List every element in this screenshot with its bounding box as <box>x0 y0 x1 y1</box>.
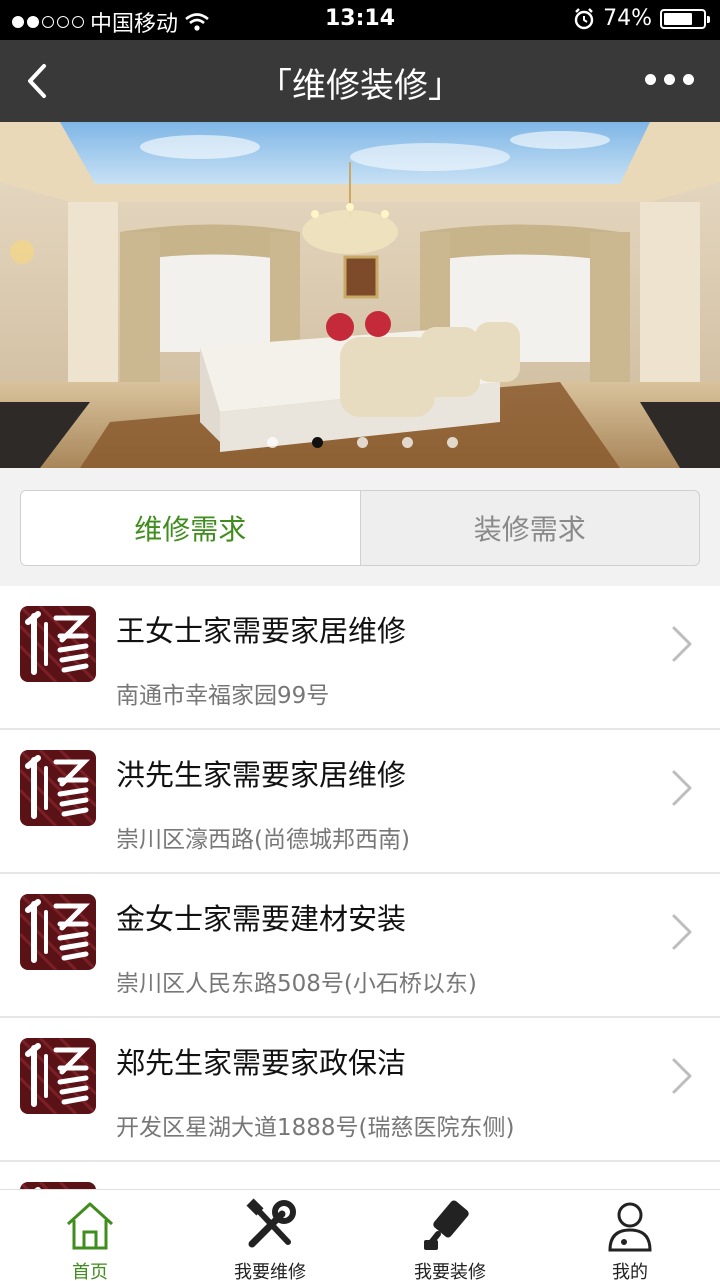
carousel-dot[interactable] <box>311 437 323 448</box>
carousel-dots <box>0 437 720 448</box>
alarm-icon <box>574 7 594 29</box>
carousel-dot[interactable] <box>446 437 458 448</box>
carousel-dot[interactable] <box>356 437 368 448</box>
repair-logo-icon <box>20 894 96 970</box>
repair-logo-icon <box>20 750 96 826</box>
list-item[interactable]: 金女士家需要建材安装崇川区人民东路508号(小石桥以东) <box>0 874 720 1018</box>
tools-icon <box>246 1198 296 1248</box>
carousel-dot[interactable] <box>266 437 278 448</box>
chevron-right-icon <box>670 768 694 808</box>
list-item-address: 崇川区人民东路508号(小石桥以东) <box>116 971 477 997</box>
chevron-right-icon <box>670 624 694 664</box>
tabbar-item-home[interactable]: 首页 <box>0 1190 180 1281</box>
list-item-title: 洪先生家需要家居维修 <box>116 758 407 792</box>
repair-logo-icon <box>20 606 96 682</box>
list-item-address: 南通市幸福家园99号 <box>116 683 330 709</box>
tab-repair-demand[interactable]: 维修需求 <box>21 491 361 565</box>
chevron-right-icon <box>670 912 694 952</box>
list-item-title: 郑先生家需要家政保洁 <box>116 1046 407 1080</box>
navigation-bar: 「维修装修」 <box>0 40 720 122</box>
tab-renovation-demand[interactable]: 装修需求 <box>361 491 700 565</box>
tabbar-label-renovate: 我要装修 <box>414 1262 486 1281</box>
home-icon <box>66 1202 114 1250</box>
tabbar-label-repair: 我要维修 <box>234 1262 306 1281</box>
tabbar-label-mine: 我的 <box>612 1262 648 1281</box>
list-item-address: 崇川区濠西路(尚德城邦西南) <box>116 827 410 853</box>
tabs-container: 维修需求 装修需求 <box>0 468 720 586</box>
tabbar-label-home: 首页 <box>72 1262 108 1281</box>
page-title: 「维修装修」 <box>258 66 462 106</box>
segment-tabs: 维修需求 装修需求 <box>20 490 700 566</box>
battery-icon <box>660 8 710 29</box>
chevron-right-icon <box>670 1056 694 1096</box>
repair-logo-icon <box>20 1038 96 1114</box>
tabbar-item-renovate[interactable]: 我要装修 <box>360 1190 540 1281</box>
list-item[interactable]: 王女士家需要家居维修南通市幸福家园99号 <box>0 586 720 730</box>
paint-roller-icon <box>424 1200 469 1250</box>
repair-logo-icon <box>20 1182 96 1189</box>
demand-list: 王女士家需要家居维修南通市幸福家园99号洪先生家需要家居维修崇川区濠西路(尚德城… <box>0 586 720 1189</box>
status-bar: 中国移动 13:14 74% <box>0 0 720 40</box>
list-item-title: 金女士家需要建材安装 <box>116 902 407 936</box>
battery-percent: 74% <box>603 6 652 31</box>
more-dots-icon[interactable] <box>645 74 694 85</box>
banner-image <box>0 122 720 468</box>
tabbar-item-mine[interactable]: 我的 <box>540 1190 720 1281</box>
user-icon <box>608 1202 652 1252</box>
list-item-address: 开发区星湖大道1888号(瑞慈医院东侧) <box>116 1115 515 1141</box>
tabbar-item-repair[interactable]: 我要维修 <box>180 1190 360 1281</box>
list-item[interactable]: 郑先生家需要家政保洁开发区星湖大道1888号(瑞慈医院东侧) <box>0 1018 720 1162</box>
carousel-dot[interactable] <box>401 437 413 448</box>
bottom-tab-bar: 首页 我要维修 我要装修 我的 <box>0 1189 720 1281</box>
list-item-title: 王女士家需要家居维修 <box>116 614 407 648</box>
list-item[interactable]: 洪先生家需要家居维修崇川区濠西路(尚德城邦西南) <box>0 730 720 874</box>
list-item[interactable] <box>0 1162 720 1189</box>
banner-carousel[interactable] <box>0 122 720 468</box>
